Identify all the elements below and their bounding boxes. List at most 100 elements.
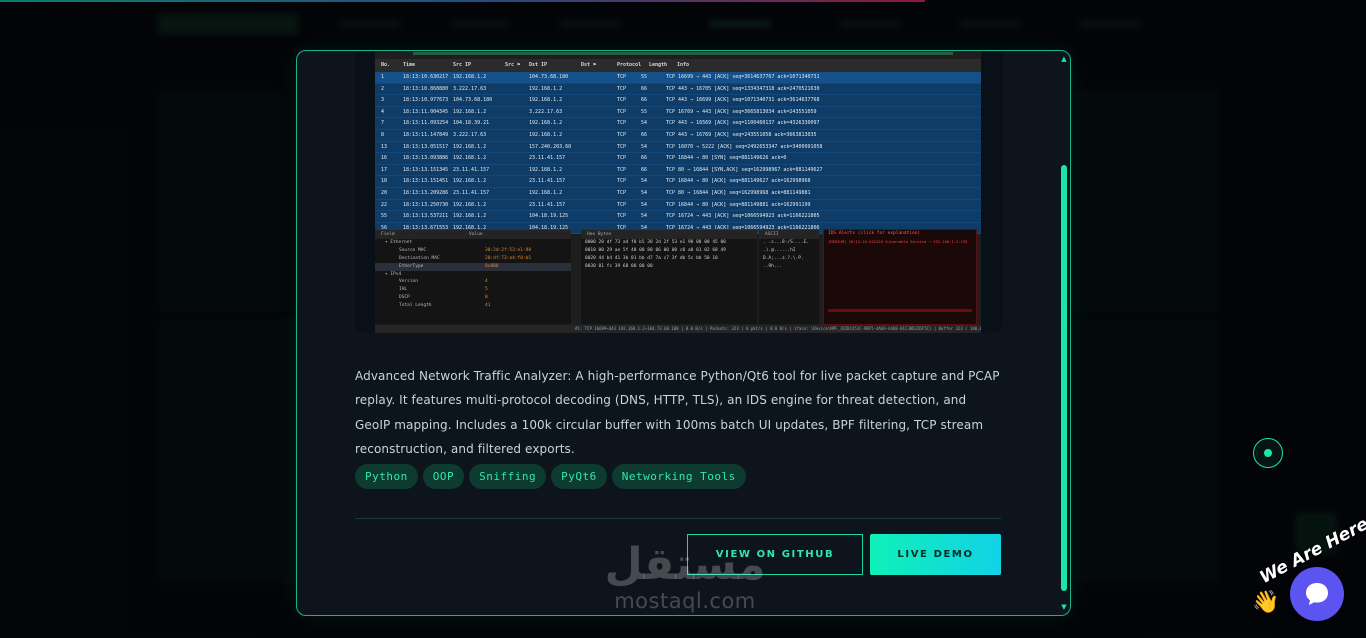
- detail-tree-row[interactable]: Destination MAC 20:df:73:a4:f0:b5: [375, 255, 571, 263]
- packet-no: 17: [381, 166, 388, 173]
- packet-info: TCP 16844 → 80 [ACK] seq=881149881 ack=1…: [666, 201, 811, 208]
- packet-protocol: TCP: [617, 201, 627, 208]
- packet-length: 66: [641, 155, 648, 162]
- packet-row[interactable]: 3 18:13:10.977673 104.73.68.180 192.168.1.2…: [375, 95, 981, 107]
- packet-row[interactable]: 2 18:13:10.868880 3.222.17.63 192.168.1.2 TC…: [375, 83, 981, 96]
- detail-tree-row[interactable]: ▾ Ethernet: [375, 239, 571, 247]
- packet-length: 66: [641, 166, 648, 173]
- packet-row[interactable]: 18 18:13:13.151451 192.168.1.2 23.11.41.157…: [375, 176, 981, 188]
- detail-value: 4: [485, 279, 488, 285]
- packet-no: 8: [381, 131, 385, 138]
- packet-no: 1: [381, 74, 385, 80]
- packet-length: 54: [641, 213, 648, 220]
- detail-field: EtherType: [399, 263, 424, 269]
- packet-dst: 3.222.17.63: [529, 108, 563, 115]
- floating-cursor-button[interactable]: [1253, 438, 1283, 468]
- ascii-line: ..9h...: [763, 264, 782, 269]
- waving-hand-icon: 👋: [1252, 590, 1280, 615]
- packet-info: TCP 80 → 16844 [ACK] seq=162998968 ack=8…: [666, 189, 811, 196]
- filter-bar: [413, 52, 953, 55]
- packet-info: TCP 16070 → 5222 [ACK] seq=2492653347 ac…: [666, 143, 823, 150]
- packet-no: 20: [381, 189, 388, 196]
- packet-row[interactable]: 7 18:13:11.093254 104.18.39.21 192.168.1.2 T…: [375, 118, 981, 130]
- live-demo-button[interactable]: LIVE DEMO: [870, 534, 1001, 575]
- detail-tree-row[interactable]: IHL 5: [375, 286, 571, 294]
- ids-alerts-title: IDS Alerts (click for explanation): [828, 231, 921, 236]
- packet-no: 55: [381, 213, 388, 220]
- packet-no: 7: [381, 120, 385, 127]
- ascii-line: . .s...8-/S....E.: [763, 240, 810, 245]
- packet-row[interactable]: 22 18:13:13.250730 192.168.1.2 23.11.41.157…: [375, 199, 981, 212]
- packet-row[interactable]: 55 18:13:13.537211 192.168.1.2 104.18.19.12…: [375, 211, 981, 223]
- detail-tree-row[interactable]: Source MAC 38:2d:2f:53:e1:98: [375, 247, 571, 255]
- scroll-down-arrow-icon[interactable]: ▼: [1060, 603, 1068, 611]
- ids-alerts-pane: IDS Alerts (click for explanation) [MEDI…: [823, 229, 977, 325]
- scrollbar-thumb[interactable]: [1061, 165, 1067, 591]
- hex-pane-body: 0000 20 df 73 a4 f0 b5 38 2d 2f 53 e1 98…: [581, 239, 757, 271]
- packet-info: TCP 16769 → 443 [ACK] seq=3665813034 ack…: [666, 108, 817, 115]
- chat-open-button[interactable]: [1290, 567, 1344, 621]
- col-dst-flag: Dst ⚑: [581, 62, 597, 68]
- packet-src: 192.168.1.2: [453, 74, 487, 80]
- chat-widget[interactable]: We Are Here! 👋: [1250, 510, 1366, 638]
- tag-chip: Sniffing: [469, 464, 547, 489]
- packet-time: 18:13:10.977673: [403, 97, 449, 104]
- packet-row[interactable]: 13 18:13:13.051517 192.168.1.2 157.240.203.…: [375, 141, 981, 154]
- packet-protocol: TCP: [617, 178, 627, 185]
- packet-row[interactable]: 17 18:13:13.151345 23.11.41.157 192.168.1.2…: [375, 164, 981, 177]
- detail-tree-row[interactable]: ▾ IPv4: [375, 271, 571, 279]
- project-screenshot-frame: No. Time Src IP Src ⚑ Dst IP Dst ⚑ Proto…: [355, 51, 1003, 333]
- packet-row[interactable]: 16 18:13:13.093886 192.168.1.2 23.11.41.157…: [375, 153, 981, 165]
- packet-src: 23.11.41.157: [453, 189, 490, 196]
- ids-scrollbar: [828, 309, 972, 312]
- packet-dst: 192.168.1.2: [529, 166, 563, 173]
- packet-length: 66: [641, 97, 648, 104]
- detail-tree-row[interactable]: EtherType 0x800: [375, 262, 571, 271]
- col-dst-ip: Dst IP: [529, 62, 548, 68]
- ascii-line: .).@......hI: [763, 248, 796, 253]
- packet-src: 192.168.1.2: [453, 155, 487, 162]
- packet-length: 55: [641, 108, 648, 115]
- packet-row[interactable]: 4 18:13:11.004345 192.168.1.2 3.222.17.63 TC…: [375, 106, 981, 119]
- packet-info: TCP 16724 → 443 [ACK] seq=1066594923 ack…: [666, 213, 820, 220]
- detail-col-value: Value: [469, 232, 483, 237]
- detail-tree-row[interactable]: Version 4: [375, 278, 571, 286]
- packet-row[interactable]: 1 18:13:10.630217 192.168.1.2 104.73.68.180…: [375, 72, 981, 84]
- packet-time: 18:13:13.250730: [403, 201, 449, 208]
- packet-length: 54: [641, 189, 648, 196]
- packet-protocol: TCP: [617, 85, 627, 92]
- packet-row[interactable]: 8 18:13:11.147849 3.222.17.63 192.168.1.2 TC…: [375, 129, 981, 142]
- watermark-arabic: مستقل: [604, 539, 766, 590]
- packet-time: 18:13:11.004345: [403, 108, 449, 115]
- packet-length: 55: [641, 74, 648, 80]
- detail-tree-row[interactable]: DSCP 0: [375, 294, 571, 302]
- packet-src: 104.73.68.180: [453, 97, 493, 104]
- detail-tree-row[interactable]: Total Length 41: [375, 302, 571, 310]
- packet-dst: 192.168.1.2: [529, 189, 563, 196]
- packet-row[interactable]: 20 18:13:13.209286 23.11.41.157 192.168.1.2…: [375, 187, 981, 200]
- packet-info: TCP 443 → 16699 [ACK] seq=1071340731 ack…: [666, 97, 820, 104]
- tag-chip: Networking Tools: [611, 464, 746, 489]
- packet-length: 66: [641, 85, 648, 92]
- col-src-flag: Src ⚑: [505, 62, 521, 68]
- ids-alert-line[interactable]: [MEDIUM] 18:13:10.533128 Vulnerable Serv…: [824, 238, 976, 245]
- packet-protocol: TCP: [617, 189, 627, 196]
- detail-field: Version: [399, 279, 418, 285]
- packet-dst: 192.168.1.2: [529, 97, 563, 104]
- packet-protocol: TCP: [617, 74, 627, 80]
- hex-line: 0000 20 df 73 a4 f0 b5 38 2d 2f 53 e1 98…: [585, 240, 726, 245]
- packet-protocol: TCP: [617, 131, 627, 138]
- divider: [355, 518, 1001, 519]
- packet-length: 54: [641, 178, 648, 185]
- col-protocol: Protocol: [617, 62, 642, 68]
- packet-no: 16: [381, 155, 388, 162]
- modal-scrollbar[interactable]: ▲ ▼: [1060, 55, 1068, 611]
- packet-src: 192.168.1.2: [453, 178, 487, 185]
- packet-time: 18:13:13.051517: [403, 143, 449, 150]
- packet-protocol: TCP: [617, 155, 627, 162]
- packet-protocol: TCP: [617, 97, 627, 104]
- detail-tree-header: Field Value: [375, 230, 571, 239]
- packet-src: 104.18.39.21: [453, 120, 490, 127]
- packet-time: 18:13:10.630217: [403, 74, 449, 80]
- scroll-up-arrow-icon[interactable]: ▲: [1060, 55, 1068, 63]
